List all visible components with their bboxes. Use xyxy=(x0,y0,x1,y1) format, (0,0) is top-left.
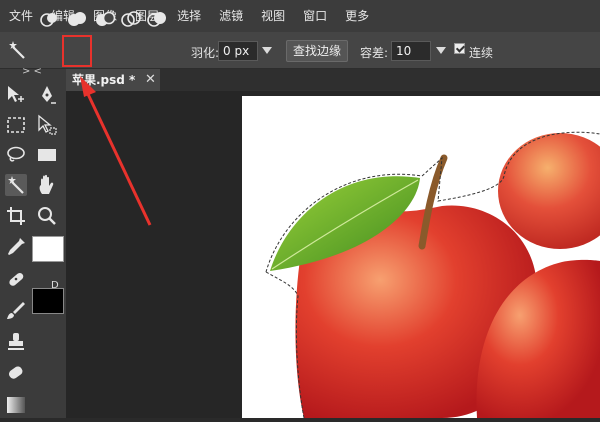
lasso-tool-icon[interactable] xyxy=(5,144,27,166)
find-edges-button[interactable]: 查找边缘 xyxy=(286,40,349,62)
menu-view[interactable]: 视图 xyxy=(252,0,294,32)
menu-window[interactable]: 窗口 xyxy=(294,0,336,32)
add-to-selection-icon[interactable] xyxy=(66,10,88,28)
eyedropper-tool-icon[interactable] xyxy=(5,236,27,258)
eraser-tool-icon[interactable] xyxy=(5,362,27,384)
menu-more[interactable]: 更多 xyxy=(336,0,378,32)
foreground-color-swatch[interactable] xyxy=(32,236,64,262)
tolerance-dropdown-icon[interactable] xyxy=(436,47,446,54)
direct-select-tool-icon[interactable] xyxy=(36,114,58,136)
tolerance-label: 容差: xyxy=(360,46,389,60)
magic-wand-tool-icon[interactable] xyxy=(5,174,27,196)
exclude-selection-icon[interactable] xyxy=(146,10,168,28)
menu-file[interactable]: 文件 xyxy=(0,0,42,32)
document-tab-bar: 苹果.psd * ✕ xyxy=(66,69,600,91)
feather-label: 羽化: xyxy=(191,46,220,60)
background-color-swatch[interactable] xyxy=(32,288,64,314)
menu-select[interactable]: 选择 xyxy=(168,0,210,32)
crop-tool-icon[interactable] xyxy=(5,205,27,227)
marquee-tool-icon[interactable] xyxy=(5,114,27,136)
collapse-panel-icon[interactable]: > < xyxy=(22,66,42,77)
apple-photo xyxy=(265,131,600,419)
pen-tool-icon[interactable] xyxy=(36,84,58,106)
menu-filter[interactable]: 滤镜 xyxy=(210,0,252,32)
gradient-tool-icon[interactable] xyxy=(5,393,27,415)
feather-dropdown-icon[interactable] xyxy=(262,47,272,54)
rectangle-shape-tool-icon[interactable] xyxy=(36,144,58,166)
hand-tool-icon[interactable] xyxy=(36,174,58,196)
intersect-selection-icon[interactable] xyxy=(120,10,142,28)
menu-bar: 文件 编辑 图像 图层 选择 滤镜 视图 窗口 更多 xyxy=(0,0,600,32)
magic-wand-icon xyxy=(7,40,27,60)
feather-input[interactable]: 0 px xyxy=(218,41,258,61)
tolerance-input[interactable]: 10 xyxy=(391,41,431,61)
document-canvas[interactable] xyxy=(242,96,600,419)
move-tool-icon[interactable] xyxy=(5,84,27,106)
close-icon[interactable]: ✕ xyxy=(145,69,156,91)
healing-brush-tool-icon[interactable] xyxy=(5,268,27,290)
contiguous-label: 连续 xyxy=(469,46,494,60)
contiguous-checkbox[interactable] xyxy=(454,43,465,54)
new-selection-icon[interactable] xyxy=(38,10,60,28)
subtract-selection-icon[interactable] xyxy=(94,10,116,28)
highlight-box xyxy=(62,35,92,67)
document-tab-label: 苹果.psd * xyxy=(72,73,136,87)
stamp-tool-icon[interactable] xyxy=(5,331,27,353)
document-tab[interactable]: 苹果.psd * ✕ xyxy=(66,69,160,91)
zoom-tool-icon[interactable] xyxy=(36,205,58,227)
brush-tool-icon[interactable] xyxy=(5,300,27,322)
